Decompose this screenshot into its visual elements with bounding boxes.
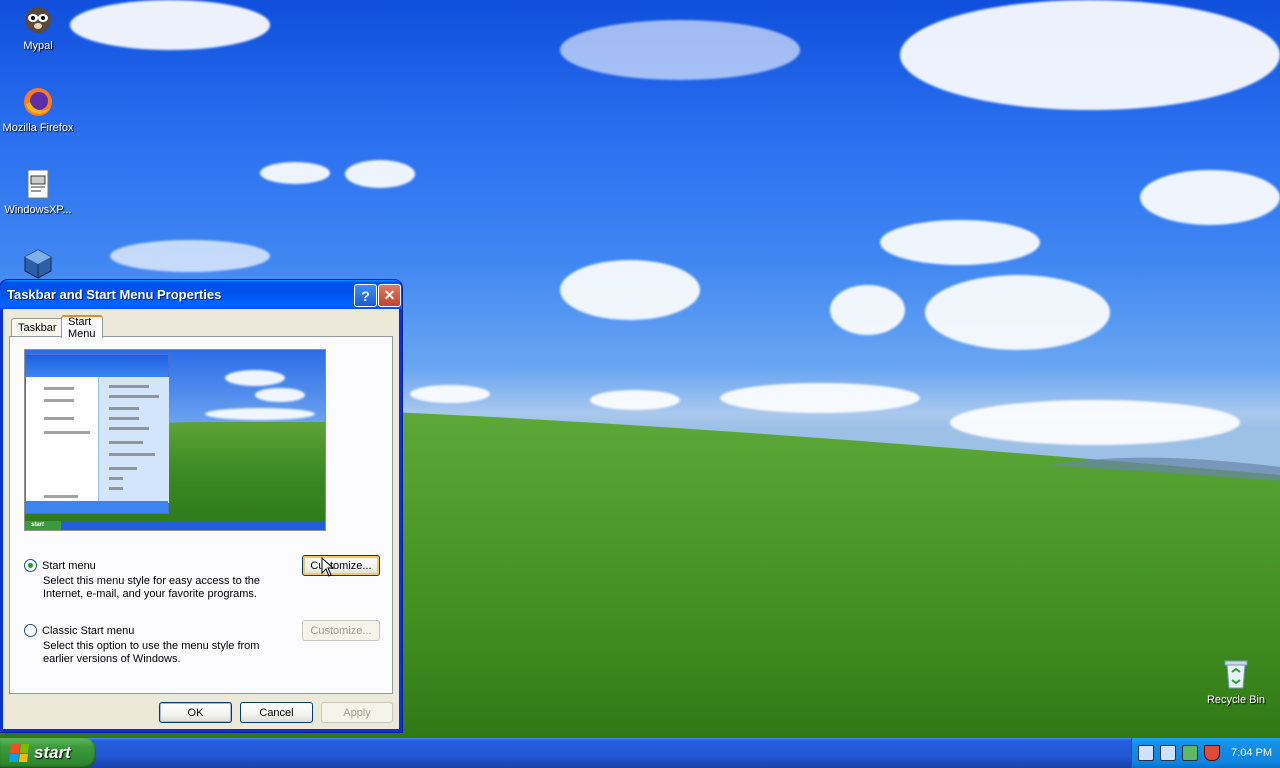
cancel-button-label: Cancel: [259, 706, 294, 719]
document-file-icon: [22, 168, 54, 200]
preview-taskbar: [25, 521, 325, 530]
safely-remove-icon[interactable]: [1182, 745, 1198, 761]
cancel-button[interactable]: Cancel: [240, 702, 313, 723]
desktop-icon-label: Recycle Bin: [1206, 694, 1266, 706]
taskbar-start-menu-properties-dialog[interactable]: Taskbar and Start Menu Properties ? ✕ Ta…: [0, 280, 402, 732]
ok-button[interactable]: OK: [159, 702, 232, 723]
preview-line: [44, 399, 74, 402]
clock[interactable]: 7:04 PM: [1231, 747, 1272, 759]
mouse-cursor-icon: [321, 557, 335, 577]
customize-button-label: Customize...: [310, 559, 372, 572]
preview-start-menu: [25, 354, 169, 514]
preview-line: [109, 395, 159, 398]
preview-line: [109, 477, 123, 480]
tab-label: Taskbar: [18, 321, 57, 334]
desktop-icon-label: Mozilla Firefox: [2, 122, 74, 134]
preview-line: [109, 453, 155, 456]
preview-line: [109, 417, 139, 420]
desktop-icon-label: Mypal: [23, 40, 53, 52]
close-button[interactable]: ✕: [378, 284, 401, 307]
tab-taskbar[interactable]: Taskbar: [11, 318, 64, 336]
cloud: [1140, 170, 1280, 225]
cloud: [560, 20, 800, 80]
system-tray: 7:04 PM: [1131, 738, 1280, 768]
close-icon: ✕: [383, 287, 396, 303]
preview-menu-left: [26, 377, 98, 503]
recycle-bin-icon: [1220, 658, 1252, 690]
cloud: [255, 388, 305, 402]
windows-flag-icon: [9, 744, 29, 762]
classic-start-menu-radio-label: Classic Start menu: [42, 624, 135, 637]
classic-start-menu-description: Select this option to use the menu style…: [43, 640, 260, 665]
start-menu-radio[interactable]: Start menu: [24, 559, 96, 572]
customize-button-label: Customize...: [310, 624, 372, 637]
preview-line: [44, 417, 74, 420]
preview-start-button: start: [25, 521, 61, 530]
classic-start-menu-radio[interactable]: Classic Start menu: [24, 624, 134, 637]
preview-line: [109, 407, 139, 410]
network-icon[interactable]: [1138, 745, 1154, 761]
cloud: [900, 0, 1280, 110]
preview-line: [109, 487, 123, 490]
desktop-icon-windowsxp-file[interactable]: WindowsXP...: [0, 168, 76, 216]
desktop-icon-virtualbox[interactable]: [0, 248, 76, 284]
security-shield-icon[interactable]: [1204, 745, 1220, 761]
title-bar[interactable]: Taskbar and Start Menu Properties ? ✕: [0, 280, 402, 309]
customize-classic-menu-button[interactable]: Customize...: [302, 620, 380, 641]
cloud: [925, 275, 1110, 350]
start-menu-tab-panel: start Start menu Select this menu style …: [9, 336, 393, 694]
ok-button-label: OK: [187, 706, 204, 719]
network-icon[interactable]: [1160, 745, 1176, 761]
desktop-icon-label: WindowsXP...: [4, 204, 72, 216]
dialog-client-area: Taskbar Start Menu start Start menu Sele…: [3, 309, 399, 729]
preview-line: [44, 387, 74, 390]
preview-line: [44, 495, 78, 498]
cloud: [70, 0, 270, 50]
desktop-icon-recycle-bin[interactable]: Recycle Bin: [1198, 658, 1274, 706]
desktop-icon-firefox[interactable]: Mozilla Firefox: [0, 86, 76, 134]
preview-line: [109, 441, 143, 444]
cloud: [225, 370, 285, 386]
desktop-icon-mypal[interactable]: Mypal: [0, 4, 76, 52]
start-button[interactable]: start: [0, 738, 96, 768]
cloud: [110, 240, 270, 272]
preview-line: [109, 427, 149, 430]
cloud: [560, 260, 700, 320]
cloud: [830, 285, 905, 335]
radio-unselected-indicator[interactable]: [24, 624, 37, 637]
preview-line: [109, 385, 149, 388]
firefox-icon: [22, 86, 54, 118]
cloud: [880, 220, 1040, 265]
preview-menu-footer: [26, 501, 168, 513]
cloud: [345, 160, 415, 188]
preview-line: [109, 467, 137, 470]
dialog-title: Taskbar and Start Menu Properties: [7, 287, 222, 302]
preview-menu-header: [26, 355, 168, 377]
start-menu-preview-image: start: [24, 349, 326, 531]
radio-selected-indicator[interactable]: [24, 559, 37, 572]
cloud: [205, 408, 315, 420]
tab-label: Start Menu: [68, 315, 96, 340]
start-label: start: [34, 743, 71, 762]
start-menu-radio-label: Start menu: [42, 559, 96, 572]
tab-start-menu[interactable]: Start Menu: [61, 315, 103, 340]
apply-button[interactable]: Apply: [321, 702, 393, 723]
apply-button-label: Apply: [343, 706, 371, 719]
customize-start-menu-button[interactable]: Customize...: [302, 555, 380, 576]
preview-menu-right: [98, 377, 169, 503]
taskbar: start 7:04 PM: [0, 738, 1280, 768]
help-icon: ?: [361, 287, 370, 304]
preview-line: [44, 431, 90, 434]
virtualbox-cube-icon: [22, 248, 54, 280]
help-button[interactable]: ?: [354, 284, 377, 307]
mypal-raccoon-icon: [22, 4, 54, 36]
start-menu-description: Select this menu style for easy access t…: [43, 575, 261, 600]
cloud: [260, 162, 330, 184]
